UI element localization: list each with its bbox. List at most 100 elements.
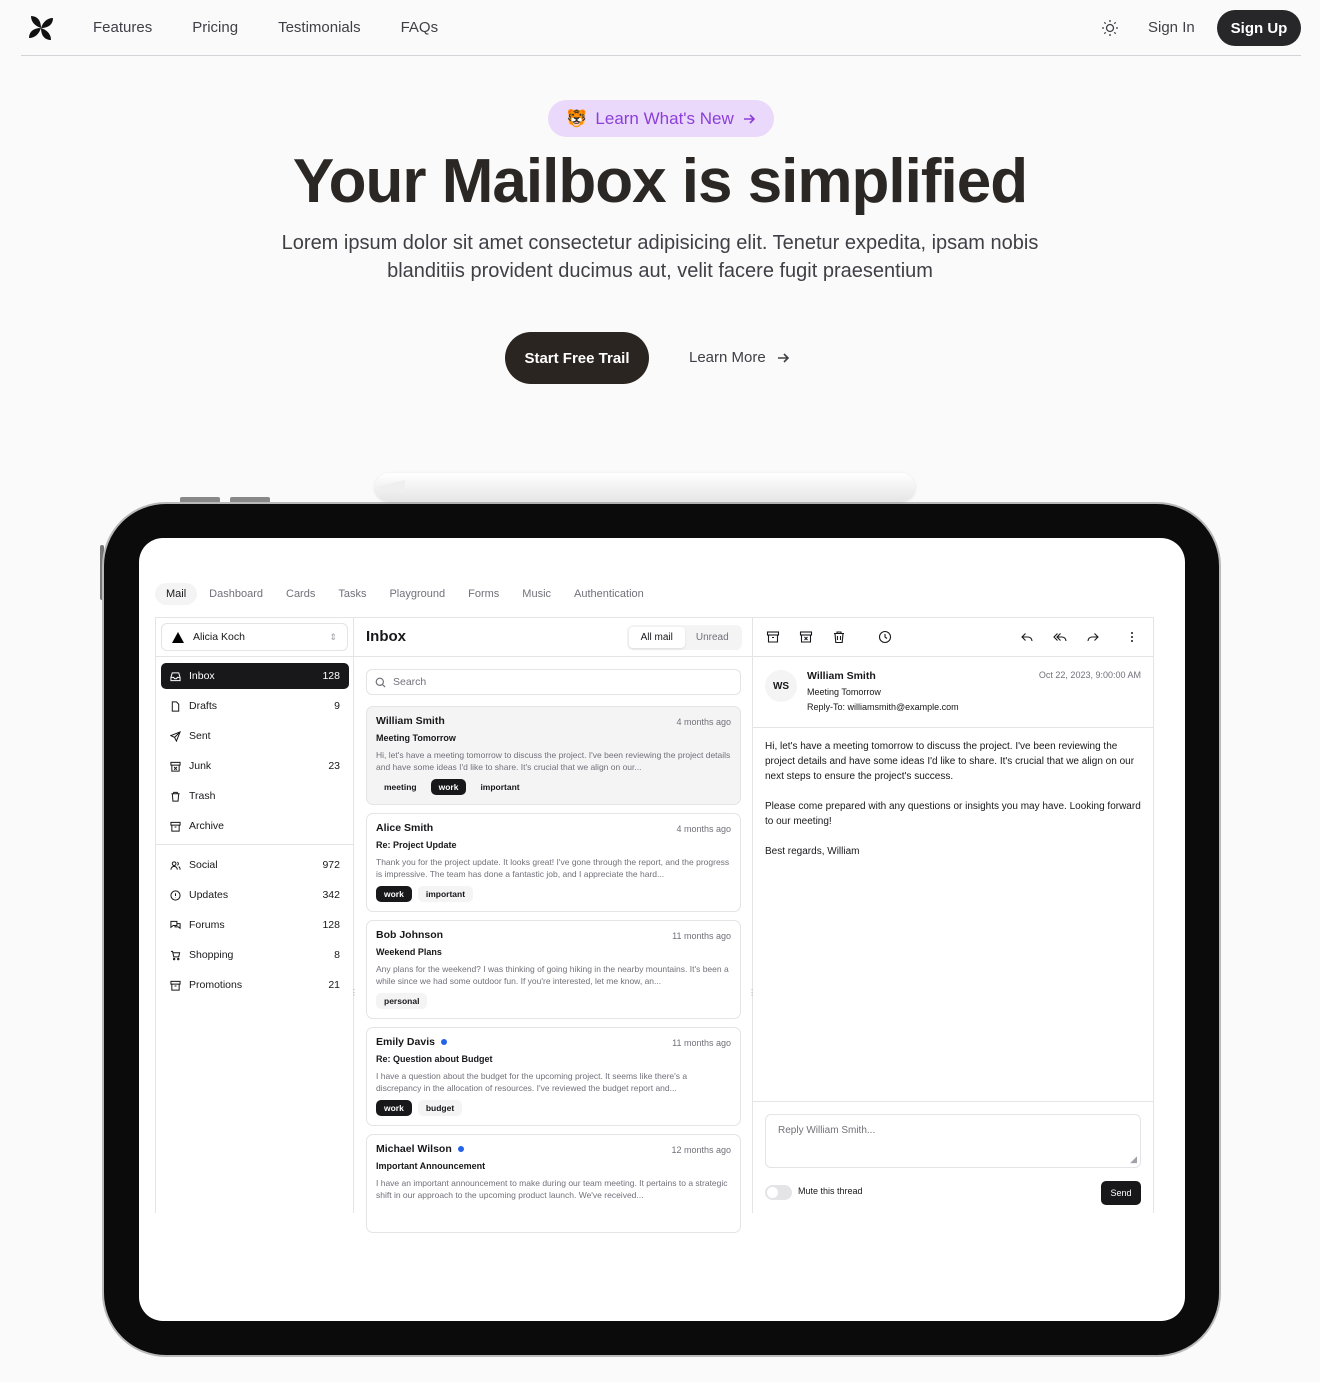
tablet-screen: Mail Dashboard Cards Tasks Playground Fo… <box>139 538 1185 1321</box>
sidebar-item-trash[interactable]: Trash <box>161 783 349 809</box>
hero-title: Your Mailbox is simplified <box>292 147 1028 216</box>
divider <box>354 656 752 657</box>
tab-forms[interactable]: Forms <box>457 583 510 605</box>
clock-icon[interactable] <box>878 630 892 644</box>
mail-body-paragraph: Hi, let's have a meeting tomorrow to dis… <box>765 741 1135 782</box>
divider <box>753 656 1153 657</box>
nav-link-features[interactable]: Features <box>93 19 152 36</box>
nav-link-pricing[interactable]: Pricing <box>192 19 238 36</box>
tag-badge: work <box>376 1100 412 1116</box>
mail-tags: work budget <box>376 1100 731 1116</box>
nav-link-testimonials[interactable]: Testimonials <box>278 19 361 36</box>
sidebar-item-drafts[interactable]: Drafts 9 <box>161 693 349 719</box>
send-button[interactable]: Send <box>1101 1181 1141 1205</box>
sidebar-item-updates[interactable]: Updates 342 <box>161 882 349 908</box>
tab-mail[interactable]: Mail <box>155 583 198 605</box>
whats-new-badge[interactable]: 🐯 Learn What's New <box>548 100 774 137</box>
category-count: 8 <box>334 949 340 961</box>
tab-playground[interactable]: Playground <box>378 583 456 605</box>
sun-icon[interactable] <box>1100 18 1120 38</box>
sidebar-item-forums[interactable]: Forums 128 <box>161 912 349 938</box>
mail-sender-name: William Smith <box>376 715 445 727</box>
mail-item[interactable]: Michael Wilson 12 months ago Important A… <box>366 1134 741 1233</box>
detail-date: Oct 22, 2023, 9:00:00 AM <box>1038 670 1141 680</box>
reply-textarea[interactable]: Reply William Smith... ◢ <box>765 1114 1141 1168</box>
sign-in-link[interactable]: Sign In <box>1148 19 1195 36</box>
category-count: 972 <box>322 859 340 871</box>
unread-dot-icon <box>440 1039 447 1045</box>
mail-sidebar: Alicia Koch ⇕ Inbox 128 Drafts 9 Sent Ju… <box>155 617 354 1213</box>
file-icon <box>171 700 180 712</box>
category-label: Forums <box>189 919 225 931</box>
folder-label: Junk <box>189 760 212 772</box>
arrow-right-icon <box>777 352 789 363</box>
resize-handle-icon[interactable]: ⋮ <box>350 988 358 998</box>
mail-time: 4 months ago <box>676 717 731 727</box>
mail-time: 12 months ago <box>671 1145 731 1155</box>
archive-x-icon[interactable] <box>799 630 813 644</box>
folder-list: Inbox 128 Drafts 9 Sent Junk 23 Trash Ar… <box>161 663 349 843</box>
mail-time: 11 months ago <box>672 1038 731 1048</box>
sidebar-item-social[interactable]: Social 972 <box>161 852 349 878</box>
stylus-tip <box>375 480 405 494</box>
start-free-trial-button[interactable]: Start Free Trail <box>505 332 649 384</box>
category-count: 342 <box>322 889 340 901</box>
reply-icon[interactable] <box>1020 630 1034 644</box>
folder-count: 23 <box>328 760 340 772</box>
more-vertical-icon[interactable] <box>1125 630 1139 644</box>
mail-preview: Hi, let's have a meeting tomorrow to dis… <box>376 750 731 772</box>
tab-authentication[interactable]: Authentication <box>563 583 655 605</box>
sidebar-item-shopping[interactable]: Shopping 8 <box>161 942 349 968</box>
folder-count: 9 <box>334 700 340 712</box>
tab-tasks[interactable]: Tasks <box>327 583 377 605</box>
mail-item[interactable]: Emily Davis 11 months ago Re: Question a… <box>366 1027 741 1126</box>
sidebar-item-junk[interactable]: Junk 23 <box>161 753 349 779</box>
pinwheel-logo-icon[interactable] <box>25 12 57 44</box>
trash-icon[interactable] <box>832 630 846 644</box>
account-switcher[interactable]: Alicia Koch ⇕ <box>161 623 348 651</box>
divider <box>753 727 1153 728</box>
mail-list-panel: Inbox All mail Unread Search William Smi… <box>350 617 756 1233</box>
mail-body-paragraph: Best regards, William <box>765 846 860 857</box>
sidebar-item-inbox[interactable]: Inbox 128 <box>161 663 349 689</box>
folder-label: Archive <box>189 820 225 832</box>
sidebar-item-promotions[interactable]: Promotions 21 <box>161 972 349 998</box>
sidebar-item-archive[interactable]: Archive <box>161 813 349 839</box>
tab-dashboard[interactable]: Dashboard <box>198 583 274 605</box>
tag-badge: personal <box>376 993 428 1009</box>
resize-grip-icon[interactable]: ◢ <box>1130 1154 1137 1165</box>
tiger-emoji-icon: 🐯 <box>566 108 588 128</box>
tab-music[interactable]: Music <box>511 583 562 605</box>
folder-count: 128 <box>322 670 340 682</box>
forward-icon[interactable] <box>1086 630 1100 644</box>
archive-icon <box>170 980 181 991</box>
mute-thread-toggle[interactable] <box>765 1185 792 1200</box>
tab-cards[interactable]: Cards <box>275 583 326 605</box>
reply-all-icon[interactable] <box>1053 630 1067 644</box>
unread-dot-icon <box>457 1146 464 1152</box>
all-mail-tab[interactable]: All mail <box>629 627 685 648</box>
send-icon <box>170 730 181 742</box>
vercel-logo-icon <box>172 631 184 643</box>
mail-toolbar <box>753 618 1153 656</box>
unread-tab[interactable]: Unread <box>685 627 741 648</box>
nav-links: Features Pricing Testimonials FAQs <box>93 19 438 36</box>
trash-icon <box>171 791 180 802</box>
category-count: 128 <box>322 919 340 931</box>
mail-item[interactable]: Alice Smith 4 months ago Re: Project Upd… <box>366 813 741 912</box>
mail-item[interactable]: Bob Johnson 11 months ago Weekend Plans … <box>366 920 741 1019</box>
sign-up-button[interactable]: Sign Up <box>1217 10 1301 46</box>
app-tabs: Mail Dashboard Cards Tasks Playground Fo… <box>155 583 656 605</box>
learn-more-link[interactable]: Learn More <box>689 349 790 366</box>
search-input[interactable]: Search <box>366 669 741 695</box>
mail-list: William Smith 4 months ago Meeting Tomor… <box>366 706 741 1241</box>
divider <box>156 844 354 845</box>
folder-label: Sent <box>189 730 211 742</box>
sidebar-item-sent[interactable]: Sent <box>161 723 349 749</box>
mail-item[interactable]: William Smith 4 months ago Meeting Tomor… <box>366 706 741 805</box>
learn-more-label: Learn More <box>689 349 766 366</box>
nav-link-faqs[interactable]: FAQs <box>401 19 439 36</box>
archive-icon[interactable] <box>766 630 780 644</box>
archive-icon <box>170 821 181 832</box>
tag-badge: important <box>417 886 474 902</box>
